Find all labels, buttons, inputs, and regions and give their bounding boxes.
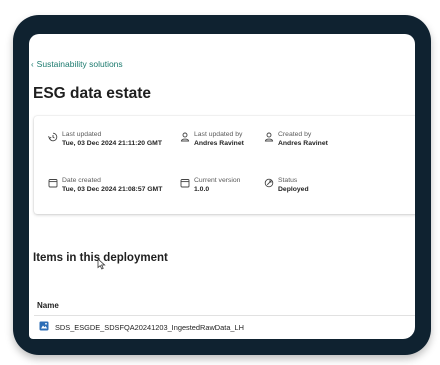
header-divider xyxy=(34,315,415,316)
created-by-value: Andres Ravinet xyxy=(278,140,328,147)
date-created-value: Tue, 03 Dec 2024 21:08:57 GMT xyxy=(62,186,163,193)
history-icon xyxy=(47,131,58,142)
last-updated-by-value: Andres Ravinet xyxy=(194,140,244,147)
table-row[interactable]: SDS_ESGDE_SDSFQA20241203_IngestedRawData… xyxy=(34,317,415,337)
current-version-field: Current version 1.0.0 xyxy=(179,177,240,194)
status-value: Deployed xyxy=(278,186,309,193)
back-to-sustainability-solutions-link[interactable]: ‹ Sustainability solutions xyxy=(31,59,123,69)
app-screen: ‹ Sustainability solutions ESG data esta… xyxy=(29,34,415,339)
last-updated-value: Tue, 03 Dec 2024 21:11:20 GMT xyxy=(62,140,162,147)
chevron-left-icon: ‹ xyxy=(31,59,34,69)
person-icon xyxy=(179,131,190,142)
mouse-cursor-icon xyxy=(97,257,107,270)
lakehouse-icon xyxy=(39,318,49,336)
date-created-field: Date created Tue, 03 Dec 2024 21:08:57 G… xyxy=(47,177,162,194)
date-created-label: Date created xyxy=(62,177,101,184)
calendar-icon xyxy=(47,177,58,188)
last-updated-by-label: Last updated by xyxy=(194,131,243,138)
back-link-label: Sustainability solutions xyxy=(36,59,123,69)
person-icon xyxy=(263,131,274,142)
created-by-field: Created by Andres Ravinet xyxy=(263,131,328,148)
status-icon xyxy=(263,177,274,188)
last-updated-by-field: Last updated by Andres Ravinet xyxy=(179,131,244,148)
status-label: Status xyxy=(278,177,298,184)
calendar-icon xyxy=(179,177,190,188)
last-updated-label: Last updated xyxy=(62,131,102,138)
item-name: SDS_ESGDE_SDSFQA20241203_IngestedRawData… xyxy=(55,322,244,332)
created-by-label: Created by xyxy=(278,131,312,138)
current-version-value: 1.0.0 xyxy=(194,186,210,193)
deployment-details-card: Last updated Tue, 03 Dec 2024 21:11:20 G… xyxy=(34,116,415,214)
current-version-label: Current version xyxy=(194,177,241,184)
column-header-name[interactable]: Name xyxy=(37,301,59,310)
page-title: ESG data estate xyxy=(33,85,152,102)
status-field: Status Deployed xyxy=(263,177,309,194)
last-updated-field: Last updated Tue, 03 Dec 2024 21:11:20 G… xyxy=(47,131,162,148)
